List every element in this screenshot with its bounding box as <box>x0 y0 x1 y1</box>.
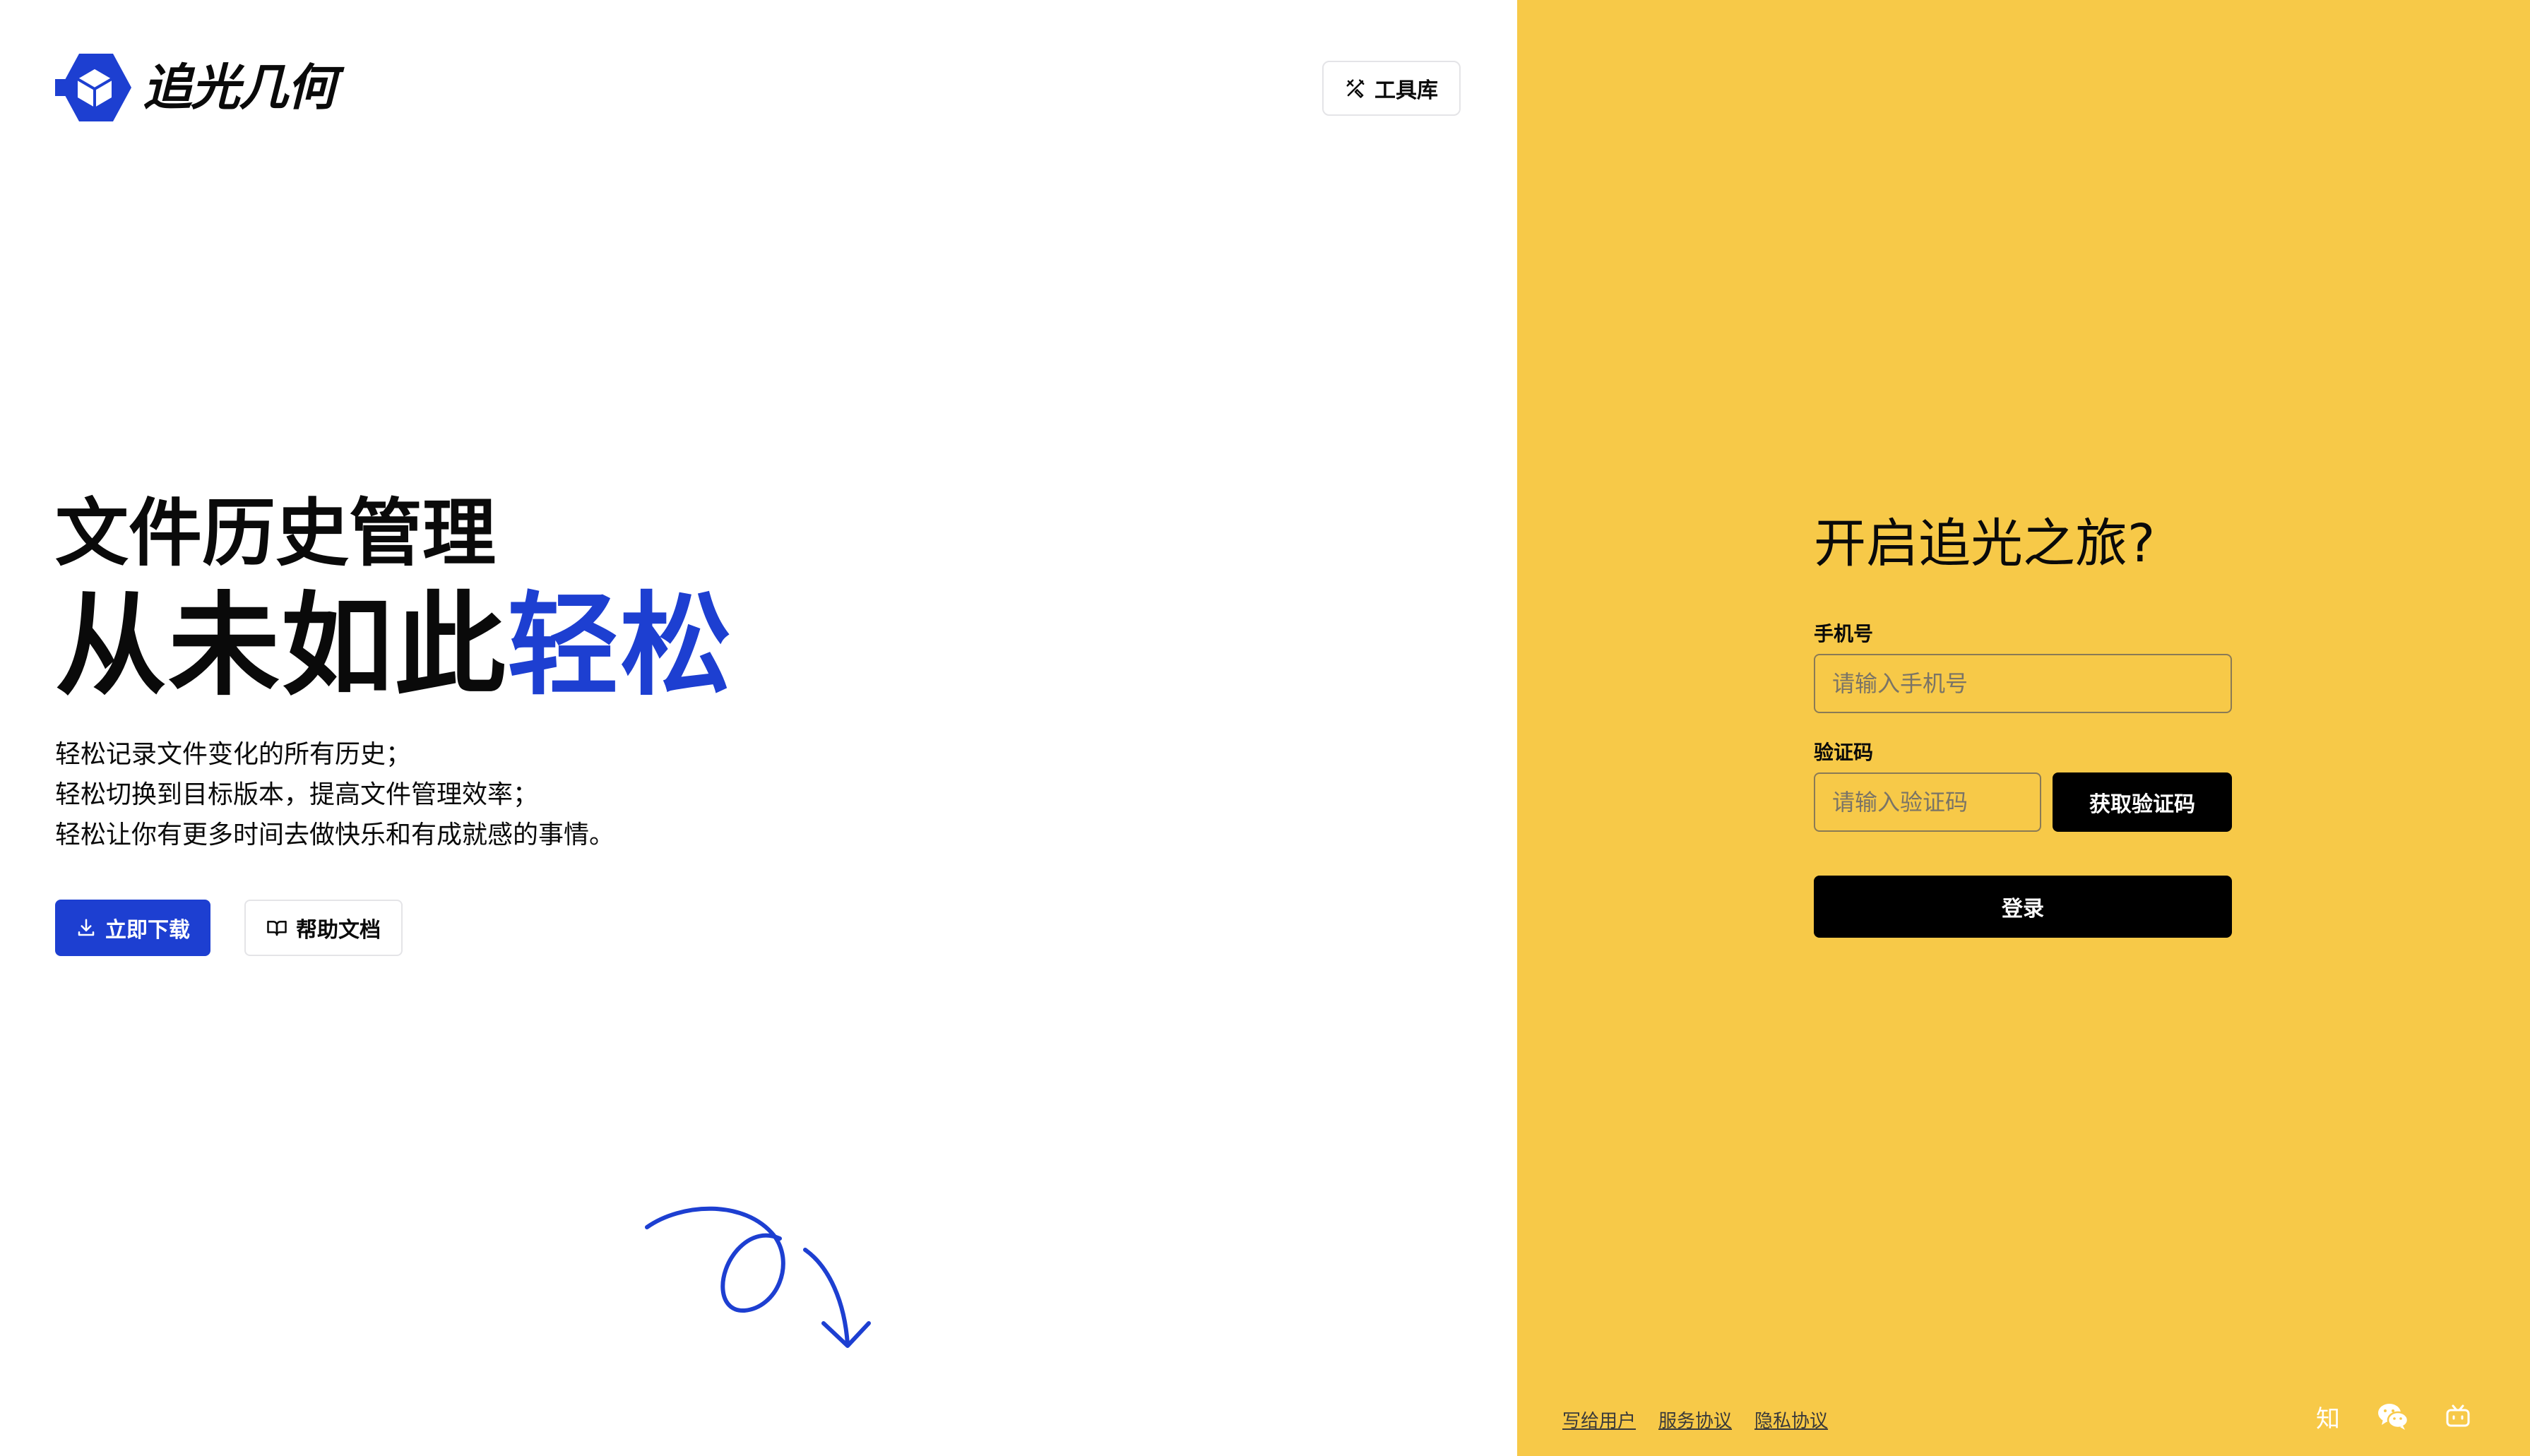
book-open-icon <box>266 917 287 938</box>
footer-link-to-users[interactable]: 写给用户 <box>1562 1407 1636 1433</box>
footer-link-privacy-policy[interactable]: 隐私协议 <box>1754 1407 1828 1433</box>
bilibili-icon[interactable] <box>2442 1401 2473 1432</box>
hero-description: 轻松记录文件变化的所有历史； 轻松切换到目标版本，提高文件管理效率； 轻松让你有… <box>55 734 614 855</box>
wechat-icon[interactable] <box>2377 1401 2409 1432</box>
help-docs-label: 帮助文档 <box>296 918 381 943</box>
cube-logo-icon <box>55 54 131 121</box>
login-panel: 开启追光之旅? 手机号 验证码 获取验证码 登录 写给用户 服务协议 隐私协议 … <box>1517 0 2530 1456</box>
hero-heading: 文件历史管理 从未如此轻松 <box>55 487 733 713</box>
footer-link-service-agreement[interactable]: 服务协议 <box>1658 1407 1732 1433</box>
download-icon <box>76 917 97 938</box>
phone-input[interactable] <box>1814 654 2232 713</box>
hero-line: 轻松让你有更多时间去做快乐和有成就感的事情。 <box>55 821 615 849</box>
hero-line: 轻松记录文件变化的所有历史； <box>55 740 412 769</box>
zhihu-icon[interactable]: 知 <box>2312 1401 2344 1433</box>
brand-name: 追光几何 <box>143 59 336 117</box>
tools-label: 工具库 <box>1374 78 1438 103</box>
hero-title-main: 从未如此 <box>55 581 507 711</box>
tools-button[interactable]: 工具库 <box>1322 61 1461 116</box>
phone-label: 手机号 <box>1814 622 1874 645</box>
login-title: 开启追光之旅? <box>1814 513 2156 574</box>
social-links: 知 <box>2312 1401 2473 1433</box>
hero-actions: 立即下载 帮助文档 <box>55 900 403 956</box>
download-button[interactable]: 立即下载 <box>55 900 210 956</box>
code-field-group: 验证码 获取验证码 <box>1814 741 2232 832</box>
hero-title-accent: 轻松 <box>507 581 733 711</box>
hero-title: 从未如此轻松 <box>55 579 733 713</box>
code-row: 获取验证码 <box>1814 772 2232 832</box>
footer-links: 写给用户 服务协议 隐私协议 <box>1562 1407 1828 1433</box>
login-button[interactable]: 登录 <box>1814 876 2232 938</box>
code-input[interactable] <box>1814 772 2041 832</box>
hero-line: 轻松切换到目标版本，提高文件管理效率； <box>55 780 539 809</box>
help-docs-button[interactable]: 帮助文档 <box>244 900 403 956</box>
tools-icon <box>1345 78 1366 99</box>
page: 追光几何 工具库 文件历史管理 从未如此轻松 轻松记录文件变化的所有历史； 轻松… <box>0 0 2530 1456</box>
code-label: 验证码 <box>1814 741 1874 764</box>
phone-field-group: 手机号 <box>1814 623 2232 713</box>
download-label: 立即下载 <box>105 918 190 943</box>
brand-logo[interactable]: 追光几何 <box>55 54 336 121</box>
login-form: 开启追光之旅? 手机号 验证码 获取验证码 登录 <box>1814 508 2232 938</box>
arrow-doodle-icon <box>645 1206 871 1348</box>
get-code-button[interactable]: 获取验证码 <box>2053 772 2232 832</box>
hero-subtitle: 文件历史管理 <box>55 490 497 576</box>
hero-panel: 追光几何 工具库 文件历史管理 从未如此轻松 轻松记录文件变化的所有历史； 轻松… <box>0 0 1517 1456</box>
